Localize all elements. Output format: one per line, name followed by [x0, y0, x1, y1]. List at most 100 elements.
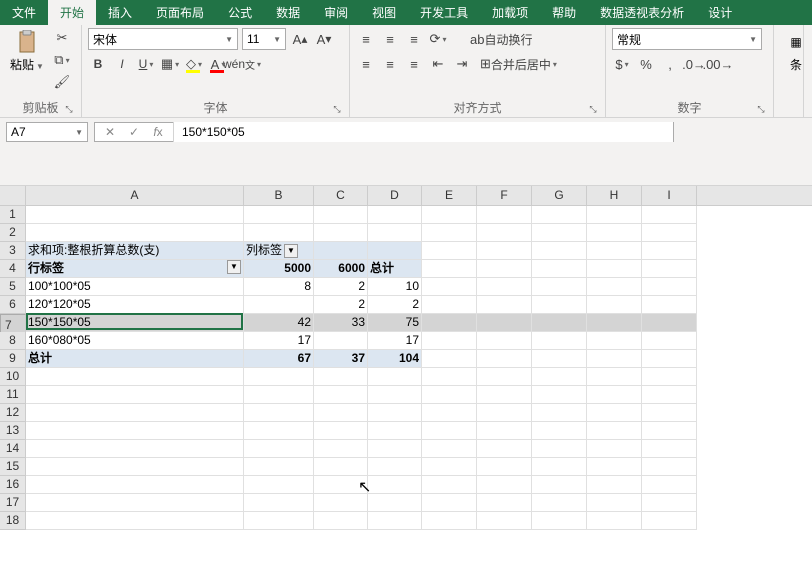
menu-tab[interactable]: 开发工具 — [408, 0, 480, 25]
cell[interactable] — [587, 296, 642, 314]
menu-tab[interactable]: 页面布局 — [144, 0, 216, 25]
cell[interactable]: 2 — [368, 296, 422, 314]
cell[interactable] — [314, 458, 368, 476]
menu-tab[interactable]: 开始 — [48, 0, 96, 25]
column-header[interactable]: C — [314, 186, 368, 205]
cell[interactable] — [477, 332, 532, 350]
cell[interactable] — [587, 314, 642, 332]
copy-button[interactable]: ⧉▾ — [52, 50, 72, 70]
font-size-select[interactable]: 11▼ — [242, 28, 286, 50]
menu-tab[interactable]: 数据 — [264, 0, 312, 25]
cell[interactable] — [532, 296, 587, 314]
dropdown-icon[interactable]: ▼ — [284, 244, 298, 258]
cell[interactable] — [26, 368, 244, 386]
cell[interactable] — [244, 440, 314, 458]
cell[interactable] — [587, 458, 642, 476]
cell[interactable] — [477, 224, 532, 242]
menu-tab[interactable]: 视图 — [360, 0, 408, 25]
row-header[interactable]: 9 — [0, 350, 26, 368]
menu-tab[interactable]: 数据透视表分析 — [588, 0, 696, 25]
enter-formula-button[interactable]: ✓ — [125, 123, 143, 141]
cell[interactable] — [642, 404, 697, 422]
cell[interactable] — [532, 458, 587, 476]
cell[interactable] — [422, 386, 477, 404]
cell[interactable] — [642, 206, 697, 224]
cell[interactable] — [642, 422, 697, 440]
cell[interactable] — [314, 494, 368, 512]
name-box[interactable]: A7▼ — [6, 122, 88, 142]
row-header[interactable]: 6 — [0, 296, 26, 314]
column-header[interactable]: E — [422, 186, 477, 205]
cell[interactable] — [532, 386, 587, 404]
column-header[interactable]: F — [477, 186, 532, 205]
cell[interactable] — [477, 206, 532, 224]
cell[interactable] — [422, 296, 477, 314]
cell[interactable] — [26, 476, 244, 494]
cell[interactable] — [244, 512, 314, 530]
cell[interactable] — [422, 404, 477, 422]
align-middle-button[interactable]: ≡ — [380, 29, 400, 49]
cell[interactable] — [244, 368, 314, 386]
menu-tab[interactable]: 审阅 — [312, 0, 360, 25]
cell[interactable] — [422, 494, 477, 512]
cell[interactable]: 列标签▼ — [244, 242, 314, 260]
cell[interactable] — [26, 206, 244, 224]
cell[interactable] — [368, 404, 422, 422]
row-header[interactable]: 8 — [0, 332, 26, 350]
cell[interactable]: 17 — [368, 332, 422, 350]
cell[interactable]: 10 — [368, 278, 422, 296]
cell[interactable] — [532, 314, 587, 332]
cell[interactable] — [422, 440, 477, 458]
cell[interactable] — [244, 458, 314, 476]
row-header[interactable]: 10 — [0, 368, 26, 386]
cell[interactable] — [587, 260, 642, 278]
cell[interactable] — [314, 440, 368, 458]
cell[interactable] — [642, 224, 697, 242]
cell[interactable] — [532, 242, 587, 260]
underline-button[interactable]: U▾ — [136, 54, 156, 74]
cell[interactable] — [587, 404, 642, 422]
cell[interactable] — [532, 422, 587, 440]
cell[interactable] — [532, 278, 587, 296]
cell[interactable] — [314, 512, 368, 530]
row-header[interactable]: 16 — [0, 476, 26, 494]
cell[interactable] — [532, 332, 587, 350]
cell[interactable] — [642, 386, 697, 404]
formula-bar[interactable]: 150*150*05 — [173, 122, 673, 142]
cell[interactable] — [587, 494, 642, 512]
cell[interactable] — [314, 386, 368, 404]
cell[interactable] — [368, 422, 422, 440]
cell[interactable]: 104 — [368, 350, 422, 368]
cell[interactable] — [587, 476, 642, 494]
cell[interactable] — [532, 350, 587, 368]
increase-font-button[interactable]: A▴ — [290, 29, 310, 49]
cell[interactable] — [422, 422, 477, 440]
increase-decimal-button[interactable]: .0→ — [684, 54, 704, 74]
cell[interactable] — [244, 422, 314, 440]
cell[interactable] — [587, 422, 642, 440]
cell[interactable]: 150*150*05 — [26, 314, 244, 332]
cell[interactable] — [422, 476, 477, 494]
align-left-button[interactable]: ≡ — [356, 54, 376, 74]
cell[interactable] — [587, 368, 642, 386]
cell[interactable] — [26, 440, 244, 458]
cell[interactable] — [314, 422, 368, 440]
row-header[interactable]: 18 — [0, 512, 26, 530]
cell[interactable] — [477, 350, 532, 368]
cell[interactable]: 33 — [314, 314, 368, 332]
cell[interactable] — [244, 206, 314, 224]
dropdown-icon[interactable]: ▼ — [227, 260, 241, 274]
cell[interactable] — [587, 242, 642, 260]
cell[interactable] — [642, 440, 697, 458]
format-painter-button[interactable]: 🖌 — [52, 72, 72, 92]
cell[interactable] — [244, 296, 314, 314]
cell[interactable] — [422, 242, 477, 260]
cell[interactable]: 2 — [314, 296, 368, 314]
cell[interactable] — [642, 332, 697, 350]
cell[interactable] — [422, 332, 477, 350]
cell[interactable] — [532, 206, 587, 224]
cell[interactable] — [26, 512, 244, 530]
cell[interactable] — [587, 278, 642, 296]
phonetic-button[interactable]: wén文▾ — [232, 54, 252, 74]
cancel-formula-button[interactable]: ✕ — [101, 123, 119, 141]
